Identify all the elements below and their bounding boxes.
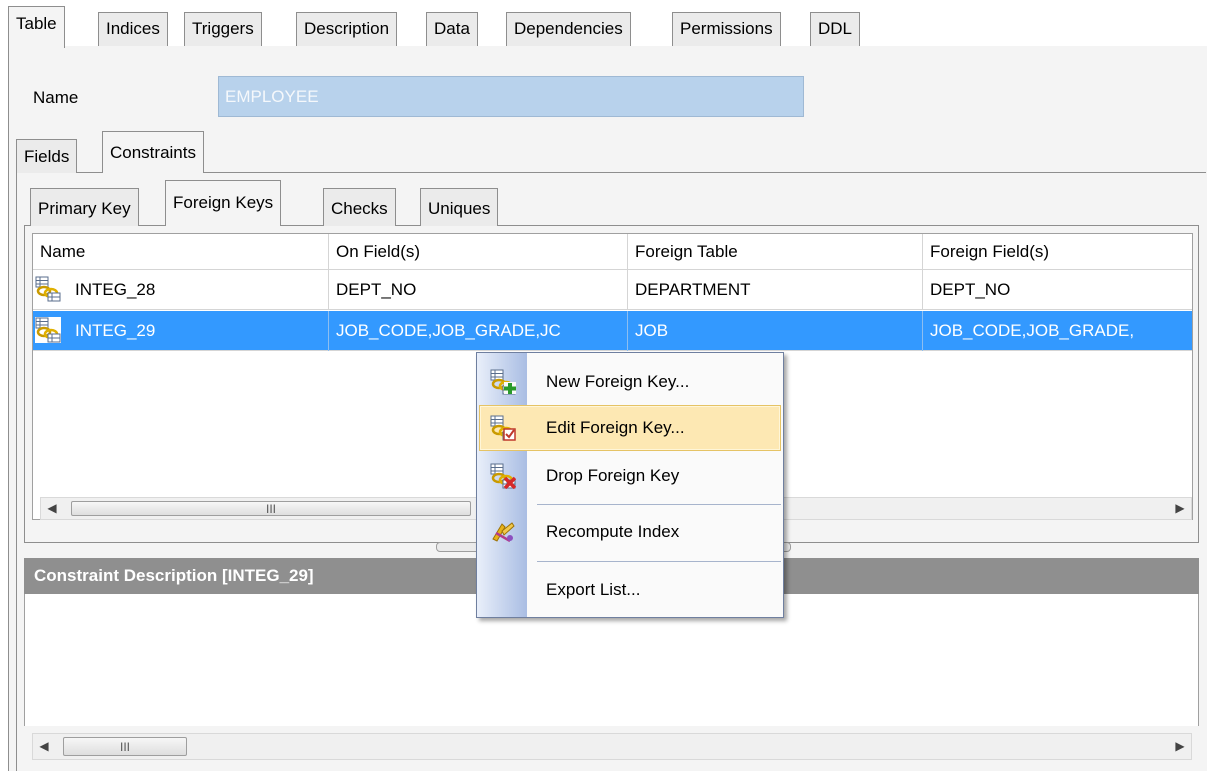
tab-foreign-keys[interactable]: Foreign Keys [165, 180, 282, 226]
recompute-icon [492, 522, 515, 543]
cell-on-fields: DEPT_NO [329, 270, 628, 310]
tab-indices[interactable]: Indices [98, 12, 168, 46]
column-header-foreign-fields[interactable]: Foreign Field(s) [923, 234, 1192, 270]
cell-name: INTEG_28 [65, 270, 329, 310]
column-header-on-fields[interactable]: On Field(s) [329, 234, 628, 270]
tab-checks[interactable]: Checks [323, 188, 396, 226]
tab-ddl[interactable]: DDL [810, 12, 861, 46]
cell-foreign-table: JOB [628, 311, 923, 351]
menu-item-new-foreign-key[interactable]: New Foreign Key... [479, 359, 781, 405]
scroll-left-arrow-icon[interactable]: ◀ [33, 734, 55, 759]
top-tab-strip: Table Indices Triggers Description Data … [8, 4, 1207, 48]
context-menu: New Foreign Key... Edit Foreign Key... D… [476, 352, 784, 618]
cell-foreign-fields: DEPT_NO [930, 280, 1011, 299]
foreign-key-icon [35, 276, 61, 302]
foreign-key-icon [35, 317, 61, 343]
cell-foreign-table: DEPARTMENT [628, 270, 923, 310]
description-scroll-thumb[interactable]: III [63, 737, 187, 756]
menu-item-label: Drop Foreign Key [546, 466, 680, 485]
menu-separator [537, 561, 781, 562]
cell-foreign-fields: JOB_CODE,JOB_GRADE, [930, 321, 1135, 340]
tab-permissions[interactable]: Permissions [672, 12, 781, 46]
table-row[interactable]: INTEG_28 DEPT_NO DEPARTMENT DEPT_NO [33, 270, 1192, 310]
menu-item-label: Edit Foreign Key... [546, 418, 685, 437]
column-header-name[interactable]: Name [33, 234, 329, 270]
name-label: Name [33, 88, 79, 107]
menu-item-label: Export List... [546, 580, 641, 599]
tab-constraints[interactable]: Constraints [102, 131, 204, 173]
menu-item-export-list[interactable]: Export List... [479, 567, 781, 613]
grid-header: Name On Field(s) Foreign Table Foreign F… [33, 234, 1192, 270]
scroll-right-arrow-icon[interactable]: ▶ [1169, 734, 1191, 759]
column-header-foreign-table[interactable]: Foreign Table [628, 234, 923, 270]
cell-name: INTEG_29 [65, 311, 329, 351]
menu-item-label: New Foreign Key... [546, 372, 690, 391]
menu-item-edit-foreign-key[interactable]: Edit Foreign Key... [479, 405, 781, 451]
menu-item-recompute-index[interactable]: Recompute Index [479, 509, 781, 555]
grid-scroll-thumb[interactable]: III [71, 501, 471, 516]
tab-description[interactable]: Description [296, 12, 398, 46]
edit-key-icon [490, 415, 516, 441]
cell-on-fields: JOB_CODE,JOB_GRADE,JC [329, 311, 628, 351]
table-name-field[interactable]: EMPLOYEE [218, 76, 804, 117]
menu-separator [537, 504, 781, 505]
tab-fields[interactable]: Fields [16, 139, 78, 173]
tab-triggers[interactable]: Triggers [184, 12, 262, 46]
drop-key-icon [490, 463, 516, 489]
new-key-icon [490, 369, 516, 395]
tab-primary-key[interactable]: Primary Key [30, 188, 139, 226]
scroll-left-arrow-icon[interactable]: ◀ [41, 498, 63, 519]
menu-item-drop-foreign-key[interactable]: Drop Foreign Key [479, 453, 781, 499]
tab-dependencies[interactable]: Dependencies [506, 12, 631, 46]
menu-item-label: Recompute Index [546, 522, 680, 541]
table-row[interactable]: INTEG_29 JOB_CODE,JOB_GRADE,JC JOB JOB_C… [33, 311, 1192, 351]
tab-table[interactable]: Table [8, 6, 65, 48]
tab-data[interactable]: Data [426, 12, 478, 46]
scroll-right-arrow-icon[interactable]: ▶ [1169, 498, 1191, 519]
description-horizontal-scrollbar[interactable]: ◀ III ▶ [32, 733, 1192, 760]
tab-uniques[interactable]: Uniques [420, 188, 499, 226]
